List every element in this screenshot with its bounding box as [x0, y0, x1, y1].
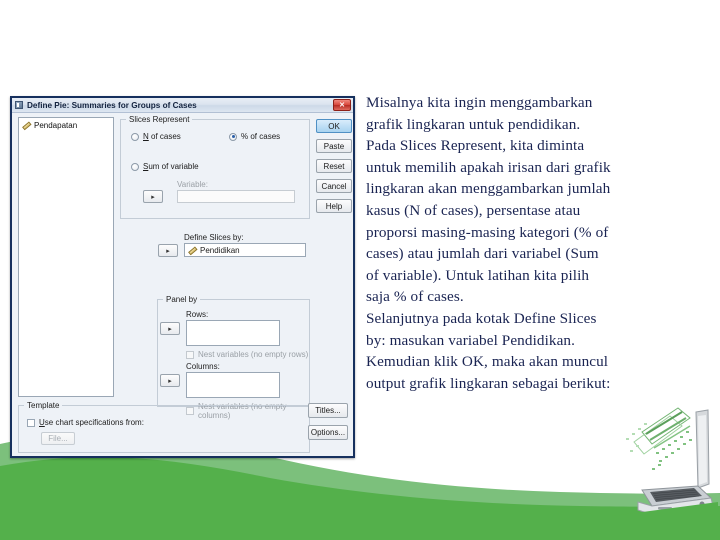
columns-label: Columns: [186, 362, 220, 371]
nest-rows-label: Nest variables (no empty rows) [198, 350, 309, 359]
cancel-button[interactable]: Cancel [316, 179, 352, 193]
narration-line: Misalnya kita ingin menggambarkan [366, 94, 593, 111]
source-variable-list[interactable]: Pendapatan [18, 117, 114, 397]
file-button[interactable]: File... [41, 432, 75, 445]
move-to-columns-button[interactable]: ▸ [160, 374, 180, 387]
sum-variable-input[interactable] [177, 190, 295, 203]
radio-label: N of cases [143, 132, 181, 141]
dialog-body: Pendapatan Slices Represent N of cases %… [12, 113, 353, 460]
close-icon[interactable]: ✕ [333, 99, 351, 111]
green-particle-stream [626, 407, 692, 470]
narration-line: lingkaran akan menggambarkan jumlah [366, 180, 611, 198]
narration-line: untuk memilih apakah irisan dari grafik [366, 158, 611, 176]
radio-n-of-cases[interactable]: N of cases [131, 132, 181, 141]
use-chart-specs-label: Use chart specifications from: [39, 418, 144, 427]
panel-by-group: Panel by Rows: ▸ Nest variables (no empt… [157, 295, 310, 420]
narration-line: proporsi masing-masing kategori (% of [366, 223, 609, 241]
radio-indicator-selected [229, 132, 237, 141]
scale-ruler-icon [20, 119, 33, 132]
narration-text-block: Misalnya kita ingin menggambarkan grafik… [366, 92, 696, 394]
group-legend: Slices Represent [126, 115, 193, 124]
spss-window-icon [15, 101, 23, 109]
narration-line: output grafik lingkaran sebagai berikut: [366, 374, 611, 392]
define-slices-value: Pendidikan [200, 245, 240, 255]
narration-line: grafik lingkaran untuk pendidikan. [366, 115, 581, 133]
rows-input[interactable] [186, 320, 280, 346]
radio-label: % of cases [241, 132, 281, 141]
slices-represent-group: Slices Represent N of cases % of cases S… [120, 115, 310, 219]
variable-name: Pendapatan [34, 121, 78, 130]
checkbox-indicator [186, 350, 194, 359]
narration-line: Selanjutnya pada kotak Define Slices [366, 309, 597, 327]
narration-line: Pada Slices Represent, kita diminta [366, 137, 585, 155]
move-to-rows-button[interactable]: ▸ [160, 322, 180, 335]
list-item[interactable]: Pendapatan [20, 119, 110, 132]
reset-button[interactable]: Reset [316, 159, 352, 173]
define-pie-dialog: Define Pie: Summaries for Groups of Case… [10, 96, 355, 458]
move-variable-button[interactable]: ▸ [143, 190, 163, 203]
group-legend: Panel by [163, 295, 201, 304]
dialog-title: Define Pie: Summaries for Groups of Case… [27, 100, 197, 110]
move-to-slices-button[interactable]: ▸ [158, 244, 178, 257]
options-button[interactable]: Options... [308, 425, 348, 440]
dialog-titlebar[interactable]: Define Pie: Summaries for Groups of Case… [12, 98, 353, 113]
narration-line: of variable). Untuk latihan kita pilih [366, 266, 590, 284]
laptop-illustration [612, 407, 718, 522]
paste-button[interactable]: Paste [316, 139, 352, 153]
narration-line: cases) atau jumlah dari variabel (Sum [366, 245, 599, 263]
titles-button[interactable]: Titles... [308, 403, 348, 418]
radio-label: Sum of variable [143, 162, 199, 171]
radio-indicator [131, 132, 139, 141]
template-group: Template Use chart specifications from: … [18, 401, 310, 453]
variable-field-label: Variable: [177, 180, 208, 189]
narration-line: Kemudian klik OK, maka akan muncul [366, 353, 609, 371]
laptop-body [637, 409, 714, 517]
radio-sum-of-variable[interactable]: Sum of variable [131, 162, 199, 171]
define-slices-input[interactable]: Pendidikan [184, 243, 306, 257]
help-button[interactable]: Help [316, 199, 352, 213]
define-slices-label: Define Slices by: [184, 233, 244, 242]
narration-line: saja % of cases. [366, 288, 464, 306]
radio-percent-of-cases[interactable]: % of cases [229, 132, 280, 141]
use-chart-specs-checkbox[interactable]: Use chart specifications from: [27, 418, 144, 427]
radio-indicator [131, 162, 139, 171]
checkbox-indicator [27, 418, 35, 427]
rows-label: Rows: [186, 310, 209, 319]
group-legend: Template [24, 401, 63, 410]
nest-rows-checkbox[interactable]: Nest variables (no empty rows) [186, 350, 308, 359]
narration-line: kasus (N of cases), persentase atau [366, 201, 581, 219]
narration-line: by: masukan variabel Pendidikan. [366, 331, 576, 349]
ok-button[interactable]: OK [316, 119, 352, 133]
columns-input[interactable] [186, 372, 280, 398]
scale-ruler-icon [186, 244, 199, 257]
